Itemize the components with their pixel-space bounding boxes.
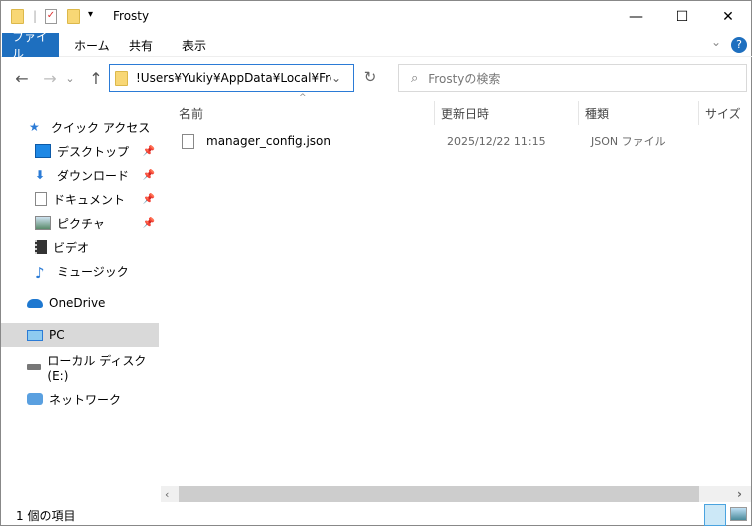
- file-name: manager_config.json: [206, 134, 332, 148]
- back-button[interactable]: ←: [11, 66, 33, 90]
- sidebar-item-local-disk[interactable]: ローカル ディスク (E:): [1, 354, 159, 383]
- desktop-icon: [35, 144, 51, 158]
- column-header-date[interactable]: 更新日時: [435, 101, 579, 125]
- pin-icon[interactable]: 📌: [143, 146, 155, 157]
- file-type: JSON ファイル: [591, 135, 666, 148]
- sidebar-item-label: デスクトップ: [57, 144, 130, 159]
- sidebar-item-label: ビデオ: [53, 240, 90, 255]
- column-header-name[interactable]: 名前: [173, 101, 435, 125]
- pin-icon[interactable]: 📌: [143, 194, 155, 205]
- customize-toolbar-icon[interactable]: ▾: [88, 9, 93, 20]
- horizontal-scrollbar[interactable]: ‹ ›: [161, 486, 751, 502]
- file-row[interactable]: manager_config.json 2025/12/22 11:15 JSO…: [176, 129, 736, 153]
- sidebar-item-label: ドキュメント: [53, 192, 126, 207]
- sidebar-item-videos[interactable]: ビデオ: [1, 235, 159, 259]
- refresh-button[interactable]: ↻: [359, 68, 381, 88]
- address-bar[interactable]: !Users¥Yukiy¥AppData¥Local¥Frosty ⌄: [109, 64, 354, 92]
- expand-ribbon-button[interactable]: ⌄: [711, 35, 721, 49]
- network-icon: [27, 393, 43, 405]
- file-date: 2025/12/22 11:15: [447, 134, 546, 148]
- status-bar: 1 個の項目: [1, 504, 752, 526]
- sidebar-item-quick-access[interactable]: ★ クイック アクセス: [1, 115, 159, 139]
- sidebar-item-label: OneDrive: [49, 296, 106, 310]
- window-title: Frosty: [113, 9, 150, 23]
- tab-view[interactable]: 表示: [172, 33, 216, 57]
- separator: |: [33, 9, 38, 23]
- sidebar-item-documents[interactable]: ドキュメント 📌: [1, 187, 159, 211]
- search-icon: ⌕: [411, 70, 419, 86]
- tab-file[interactable]: ファイル: [2, 30, 59, 61]
- large-icons-view-button[interactable]: [730, 507, 747, 521]
- sidebar-item-music[interactable]: ♪ ミュージック: [1, 259, 159, 283]
- video-icon: [35, 240, 47, 254]
- file-icon: [182, 133, 194, 149]
- sidebar-item-downloads[interactable]: ⬇ ダウンロード 📌: [1, 163, 159, 187]
- title-bar: | ✓ ▾ Frosty — ☐ ✕: [1, 1, 752, 33]
- address-dropdown-button[interactable]: ⌄: [331, 71, 353, 85]
- music-icon: ♪: [35, 264, 45, 282]
- sidebar-item-label: ローカル ディスク (E:): [47, 353, 147, 383]
- minimize-button[interactable]: —: [613, 1, 659, 33]
- pictures-icon: [35, 216, 51, 230]
- drive-icon: [27, 364, 42, 370]
- help-button[interactable]: ?: [731, 37, 747, 53]
- folder-icon: [11, 9, 24, 24]
- sidebar-item-label: PC: [49, 328, 65, 342]
- address-path: !Users¥Yukiy¥AppData¥Local¥Frosty: [136, 71, 331, 85]
- navigation-pane: ★ クイック アクセス デスクトップ 📌 ⬇ ダウンロード 📌 ドキュメント 📌 ピクチャ…: [1, 101, 161, 501]
- scroll-right-icon[interactable]: ›: [737, 487, 742, 501]
- scrollbar-thumb[interactable]: [179, 486, 699, 502]
- item-count: 1 個の項目: [16, 509, 76, 523]
- forward-button[interactable]: →: [39, 66, 61, 90]
- scroll-left-icon[interactable]: ‹: [165, 488, 169, 501]
- new-folder-icon[interactable]: [67, 9, 80, 24]
- folder-icon: [115, 70, 128, 86]
- sidebar-item-label: ダウンロード: [57, 168, 130, 183]
- tab-home[interactable]: ホーム: [64, 33, 120, 57]
- star-icon: ★: [29, 120, 40, 134]
- maximize-button[interactable]: ☐: [659, 1, 705, 33]
- sidebar-item-label: ネットワーク: [49, 392, 122, 407]
- sidebar-item-network[interactable]: ネットワーク: [1, 387, 159, 411]
- details-view-button[interactable]: [704, 504, 726, 526]
- sidebar-item-label: クイック アクセス: [51, 120, 151, 135]
- tab-share[interactable]: 共有: [119, 33, 163, 57]
- sidebar-item-onedrive[interactable]: OneDrive: [1, 291, 159, 315]
- sidebar-item-pc[interactable]: PC: [1, 323, 159, 347]
- sidebar-item-label: ミュージック: [57, 264, 129, 279]
- up-button[interactable]: ↑: [85, 66, 107, 90]
- document-icon: [35, 192, 47, 206]
- properties-icon[interactable]: ✓: [45, 9, 57, 24]
- pin-icon[interactable]: 📌: [143, 218, 155, 229]
- sidebar-item-desktop[interactable]: デスクトップ 📌: [1, 139, 159, 163]
- sidebar-item-pictures[interactable]: ピクチャ 📌: [1, 211, 159, 235]
- recent-locations-button[interactable]: ⌄: [63, 66, 77, 90]
- ribbon: ファイル ホーム 共有 表示 ⌄ ?: [1, 30, 752, 61]
- pc-icon: [27, 329, 43, 341]
- cloud-icon: [27, 298, 43, 308]
- download-icon: ⬇: [35, 168, 46, 182]
- column-header-size[interactable]: サイズ: [699, 101, 749, 125]
- column-header-type[interactable]: 種類: [579, 101, 699, 125]
- vertical-scroll-area: [741, 101, 752, 501]
- sidebar-item-label: ピクチャ: [57, 216, 105, 231]
- pin-icon[interactable]: 📌: [143, 170, 155, 181]
- search-placeholder: Frostyの検索: [428, 71, 501, 86]
- close-button[interactable]: ✕: [705, 1, 751, 33]
- search-box[interactable]: ⌕ Frostyの検索: [398, 64, 747, 92]
